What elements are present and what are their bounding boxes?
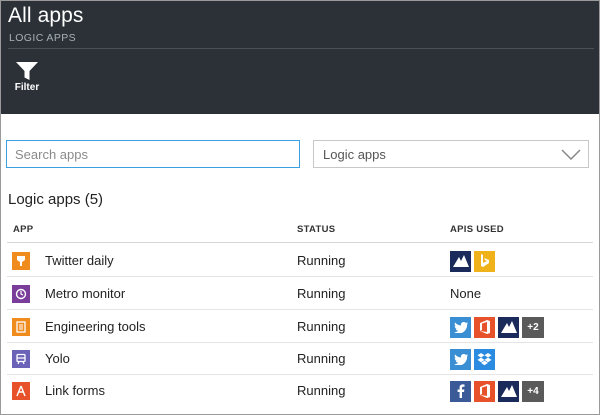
chevron-down-icon (561, 149, 581, 160)
apis-used (450, 250, 495, 272)
app-status: Running (297, 319, 346, 334)
apis-used: +2 (450, 316, 544, 338)
app-status: Running (297, 383, 346, 398)
azure-icon (498, 316, 519, 338)
logic-app-icon (12, 318, 30, 336)
more-apis-badge[interactable]: +4 (522, 380, 544, 402)
twitter-icon (450, 316, 471, 338)
more-apis-badge[interactable]: +2 (522, 316, 544, 338)
page-title: All apps (8, 4, 84, 27)
app-name: Link forms (45, 383, 105, 398)
logic-app-icon (12, 285, 30, 303)
logic-app-icon (12, 252, 30, 270)
blade-header: All apps LOGIC APPS Filter (1, 1, 599, 114)
apis-used (450, 348, 495, 370)
logic-app-icon (12, 382, 30, 400)
app-name: Metro monitor (45, 286, 126, 301)
table-row[interactable]: Engineering tools Running +2 (7, 311, 593, 343)
apis-none-text: None (450, 286, 482, 301)
table-row[interactable]: Link forms Running +4 (7, 375, 593, 407)
header-divider (8, 48, 594, 49)
app-name: Twitter daily (45, 253, 114, 268)
app-type-select[interactable]: Logic apps (313, 140, 589, 168)
column-header-status: STATUS (297, 224, 336, 235)
table-row[interactable]: Metro monitor Running None (7, 278, 593, 310)
bing-icon (474, 250, 495, 272)
app-status: Running (297, 253, 346, 268)
column-header-app: APP (13, 224, 34, 235)
filter-label: Filter (14, 82, 40, 93)
azure-icon (498, 380, 519, 402)
app-status: Running (297, 286, 346, 301)
office-icon (474, 316, 495, 338)
funnel-icon (16, 62, 38, 80)
dropbox-icon (474, 348, 495, 370)
search-input[interactable] (6, 140, 300, 168)
table-row[interactable]: Yolo Running (7, 343, 593, 375)
logic-app-icon (12, 350, 30, 368)
office-icon (474, 380, 495, 402)
app-status: Running (297, 351, 346, 366)
table-header-rule (7, 242, 593, 243)
filter-button[interactable]: Filter (10, 62, 44, 98)
twitter-icon (450, 348, 471, 370)
column-header-apis: APIS USED (450, 224, 504, 235)
section-title: Logic apps (5) (8, 191, 104, 208)
apis-used: +4 (450, 380, 544, 402)
table-row[interactable]: Twitter daily Running (7, 245, 593, 277)
apis-used: None (450, 283, 481, 305)
azure-icon (450, 250, 471, 272)
page-subtitle: LOGIC APPS (9, 32, 77, 44)
facebook-icon (450, 380, 471, 402)
select-value: Logic apps (323, 147, 386, 162)
app-name: Engineering tools (45, 319, 146, 334)
app-name: Yolo (45, 351, 70, 366)
